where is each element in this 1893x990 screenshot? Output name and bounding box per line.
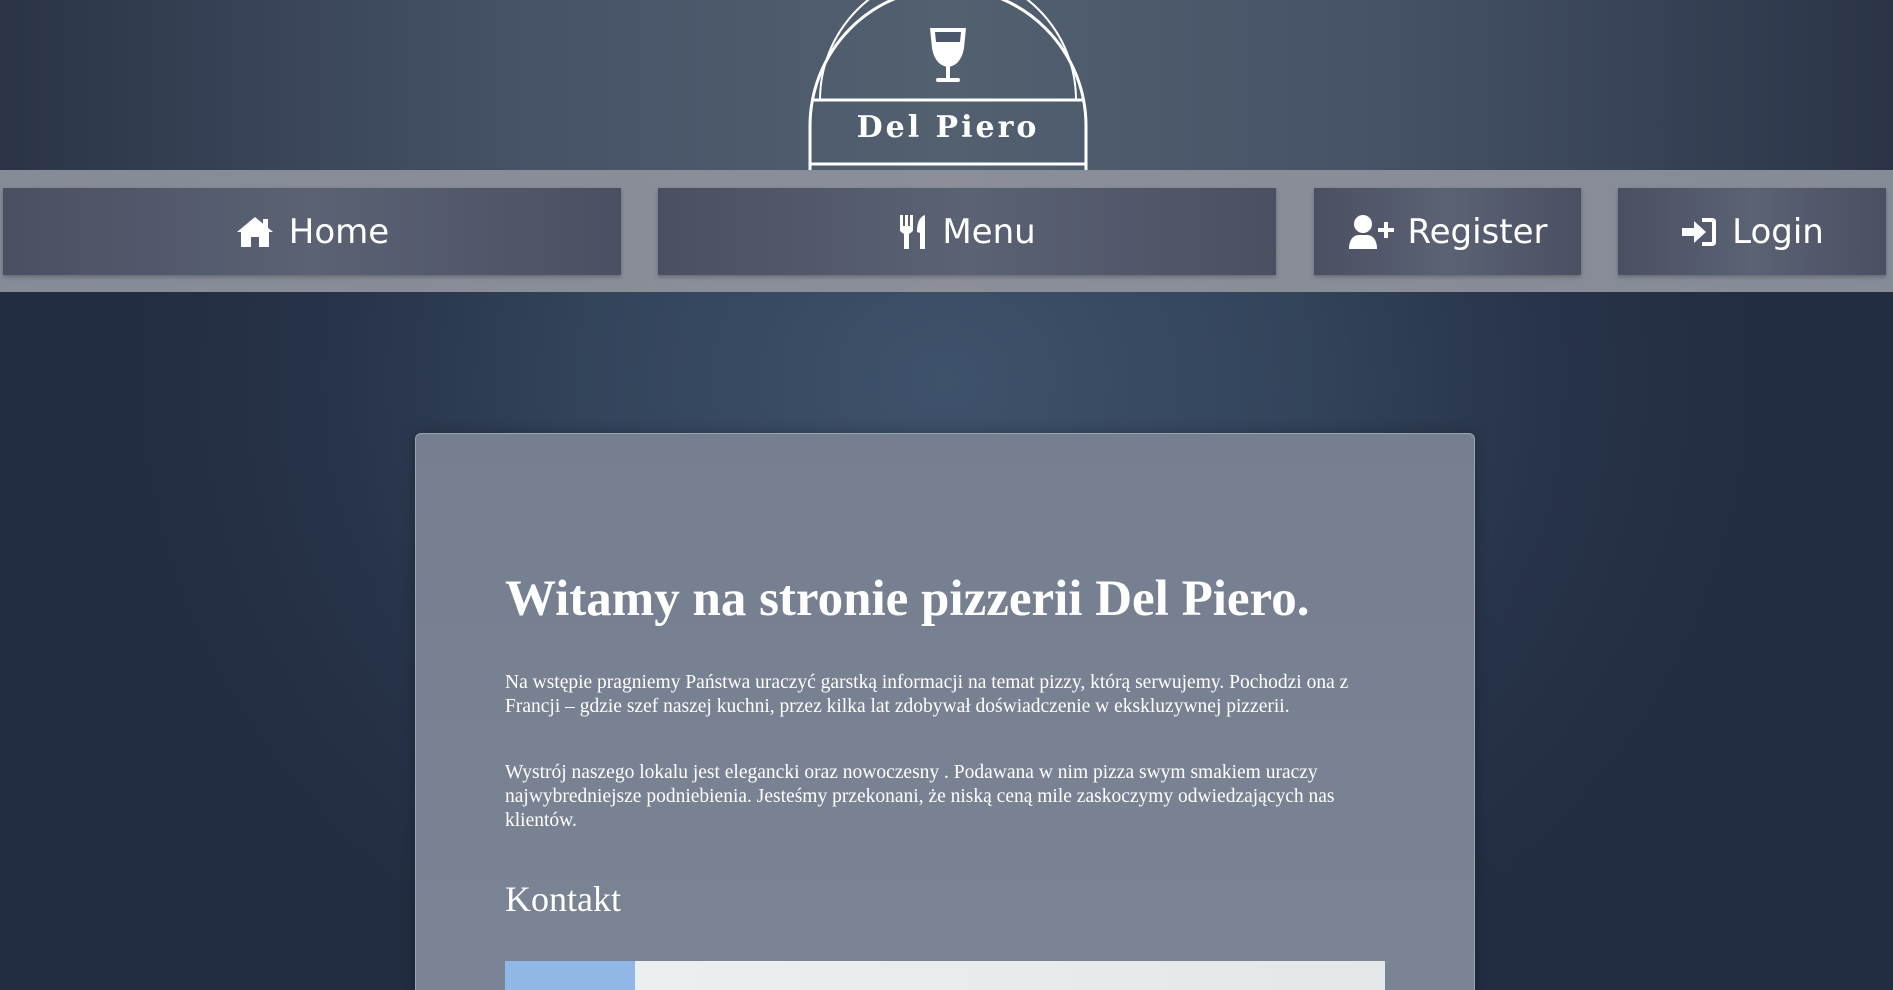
site-header: Del Piero: [0, 0, 1893, 170]
page-title: Witamy na stronie pizzerii Del Piero.: [505, 571, 1310, 627]
nav-home-label: Home: [288, 211, 390, 252]
user-plus-icon: [1348, 214, 1394, 250]
contact-map[interactable]: [505, 961, 1385, 990]
nav-menu-button[interactable]: Menu: [658, 188, 1276, 275]
home-icon: [235, 215, 275, 249]
sign-in-icon: [1680, 216, 1718, 248]
nav-login-button[interactable]: Login: [1618, 188, 1886, 275]
nav-register-button[interactable]: Register: [1314, 188, 1581, 275]
intro-paragraph: Na wstępie pragniemy Państwa uraczyć gar…: [505, 672, 1349, 717]
nav-register-label: Register: [1407, 211, 1548, 252]
contact-heading: Kontakt: [505, 879, 621, 919]
site-logo[interactable]: Del Piero: [806, 0, 1090, 170]
utensils-icon: [898, 214, 928, 250]
content-card: Witamy na stronie pizzerii Del Piero. Na…: [415, 433, 1475, 990]
interior-paragraph: Wystrój naszego lokalu jest elegancki or…: [505, 762, 1335, 831]
nav-home-button[interactable]: Home: [3, 188, 621, 275]
main-navigation: Home Menu Register Login: [0, 170, 1893, 292]
nav-menu-label: Menu: [942, 211, 1036, 252]
content-body: Witamy na stronie pizzerii Del Piero. Na…: [505, 568, 1385, 990]
nav-login-label: Login: [1732, 211, 1824, 252]
brand-name: Del Piero: [856, 110, 1040, 145]
